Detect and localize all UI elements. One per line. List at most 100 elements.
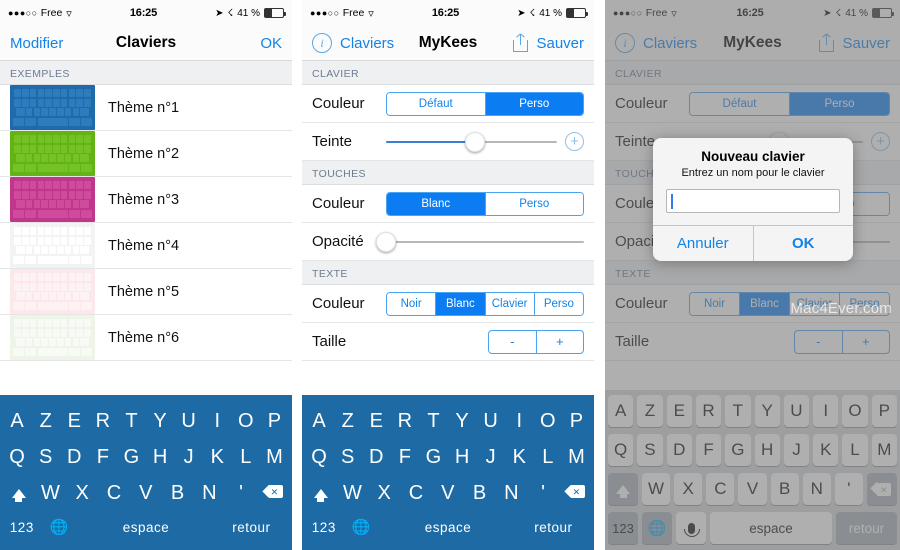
key-H[interactable]: H bbox=[146, 446, 175, 469]
key-N[interactable]: N bbox=[194, 482, 226, 505]
key-U[interactable]: U bbox=[175, 410, 204, 433]
key-F[interactable]: F bbox=[695, 434, 722, 466]
save-button[interactable]: Sauver bbox=[536, 35, 584, 52]
key-Y[interactable]: Y bbox=[448, 410, 477, 433]
key-P[interactable]: P bbox=[871, 395, 897, 427]
key-E[interactable]: E bbox=[666, 395, 692, 427]
shift-key[interactable] bbox=[608, 473, 638, 505]
add-color-button[interactable]: + bbox=[871, 132, 890, 151]
space-key[interactable]: espace bbox=[710, 512, 832, 544]
key-K[interactable]: K bbox=[505, 446, 534, 469]
key-S[interactable]: S bbox=[334, 446, 363, 469]
key-G[interactable]: G bbox=[725, 434, 751, 466]
share-icon[interactable] bbox=[819, 34, 835, 52]
key-X[interactable]: X bbox=[674, 473, 703, 505]
save-button[interactable]: Sauver bbox=[842, 35, 890, 52]
edit-button[interactable]: Modifier bbox=[10, 35, 63, 52]
key-L[interactable]: L bbox=[842, 434, 868, 466]
segment-option[interactable]: Noir bbox=[387, 292, 437, 315]
info-icon[interactable]: i bbox=[312, 33, 332, 53]
numeric-key[interactable]: 123 bbox=[3, 520, 41, 535]
key-Y[interactable]: Y bbox=[146, 410, 175, 433]
segment-option[interactable]: Blanc bbox=[387, 192, 486, 215]
slider[interactable] bbox=[386, 131, 557, 152]
key-E[interactable]: E bbox=[362, 410, 391, 433]
theme-row[interactable]: Thème n°2 bbox=[0, 131, 292, 177]
dialog-cancel-button[interactable]: Annuler bbox=[653, 226, 753, 261]
segmented-control[interactable]: Défaut Perso bbox=[386, 91, 584, 116]
key-J[interactable]: J bbox=[477, 446, 506, 469]
key-D[interactable]: D bbox=[362, 446, 391, 469]
segmented-control[interactable]: Noir Blanc Clavier Perso bbox=[386, 291, 584, 316]
share-icon[interactable] bbox=[513, 34, 529, 52]
key-O[interactable]: O bbox=[842, 395, 868, 427]
return-key[interactable]: retour bbox=[214, 520, 289, 535]
key-G[interactable]: G bbox=[117, 446, 146, 469]
key-D[interactable]: D bbox=[60, 446, 89, 469]
delete-key[interactable]: ✕ bbox=[257, 484, 289, 501]
stepper-button[interactable]: + bbox=[843, 331, 890, 353]
theme-row[interactable]: Thème n°3 bbox=[0, 177, 292, 223]
key-P[interactable]: P bbox=[260, 410, 289, 433]
stepper-button[interactable]: - bbox=[489, 330, 537, 353]
segmented-control[interactable]: BlancPerso bbox=[386, 191, 584, 216]
back-to-keyboards-button[interactable]: Claviers bbox=[643, 35, 697, 52]
key-O[interactable]: O bbox=[232, 410, 261, 433]
key-Z[interactable]: Z bbox=[32, 410, 61, 433]
dictation-key[interactable] bbox=[676, 512, 706, 544]
key-T[interactable]: T bbox=[419, 410, 448, 433]
key-H[interactable]: H bbox=[448, 446, 477, 469]
key-D[interactable]: D bbox=[666, 434, 692, 466]
key-U[interactable]: U bbox=[477, 410, 506, 433]
info-icon[interactable]: i bbox=[615, 33, 635, 53]
key-B[interactable]: B bbox=[162, 482, 194, 505]
key-B[interactable]: B bbox=[464, 482, 496, 505]
size-stepper[interactable]: - + bbox=[794, 329, 890, 354]
key-F[interactable]: F bbox=[89, 446, 118, 469]
globe-key[interactable]: 🌐 bbox=[343, 518, 381, 536]
key-B[interactable]: B bbox=[770, 473, 799, 505]
slider-knob[interactable] bbox=[376, 231, 396, 252]
add-color-button[interactable]: + bbox=[565, 132, 584, 151]
ok-button[interactable]: OK bbox=[260, 35, 282, 52]
key-C[interactable]: C bbox=[706, 473, 735, 505]
theme-row[interactable]: Thème n°5 bbox=[0, 269, 292, 315]
key-Q[interactable]: Q bbox=[3, 446, 32, 469]
key-R[interactable]: R bbox=[695, 395, 722, 427]
key-W[interactable]: W bbox=[35, 482, 67, 505]
key-S[interactable]: S bbox=[637, 434, 663, 466]
key-F[interactable]: F bbox=[391, 446, 420, 469]
key-X[interactable]: X bbox=[369, 482, 401, 505]
back-to-keyboards-button[interactable]: Claviers bbox=[340, 35, 394, 52]
segment-option[interactable]: Blanc bbox=[436, 292, 486, 315]
shift-key[interactable] bbox=[3, 485, 35, 502]
key-V[interactable]: V bbox=[432, 482, 464, 505]
key-E[interactable]: E bbox=[60, 410, 89, 433]
key-I[interactable]: I bbox=[203, 410, 232, 433]
key-A[interactable]: A bbox=[305, 410, 334, 433]
shift-key[interactable] bbox=[305, 485, 337, 502]
key-N[interactable]: N bbox=[802, 473, 831, 505]
key-J[interactable]: J bbox=[175, 446, 204, 469]
return-key[interactable]: retour bbox=[516, 520, 591, 535]
key-L[interactable]: L bbox=[232, 446, 261, 469]
delete-key[interactable]: ✕ bbox=[866, 473, 897, 505]
segment-option[interactable]: Défaut bbox=[690, 92, 790, 115]
key-W[interactable]: W bbox=[642, 473, 671, 505]
segment-option[interactable]: Perso bbox=[790, 92, 889, 115]
key-L[interactable]: L bbox=[534, 446, 563, 469]
stepper-button[interactable]: + bbox=[537, 331, 584, 353]
theme-row[interactable]: Thème n°6 bbox=[0, 315, 292, 361]
theme-row[interactable]: Thème n°4 bbox=[0, 223, 292, 269]
globe-key[interactable]: 🌐 bbox=[41, 518, 79, 536]
key-R[interactable]: R bbox=[391, 410, 420, 433]
numeric-key[interactable]: 123 bbox=[608, 512, 638, 544]
key-Z[interactable]: Z bbox=[334, 410, 363, 433]
key-V[interactable]: V bbox=[130, 482, 162, 505]
segment-option[interactable]: Défaut bbox=[387, 92, 486, 115]
keyboard-name-input[interactable] bbox=[666, 189, 840, 213]
key-W[interactable]: W bbox=[337, 482, 369, 505]
key-C[interactable]: C bbox=[400, 482, 432, 505]
key-O[interactable]: O bbox=[534, 410, 563, 433]
key-S[interactable]: S bbox=[32, 446, 61, 469]
